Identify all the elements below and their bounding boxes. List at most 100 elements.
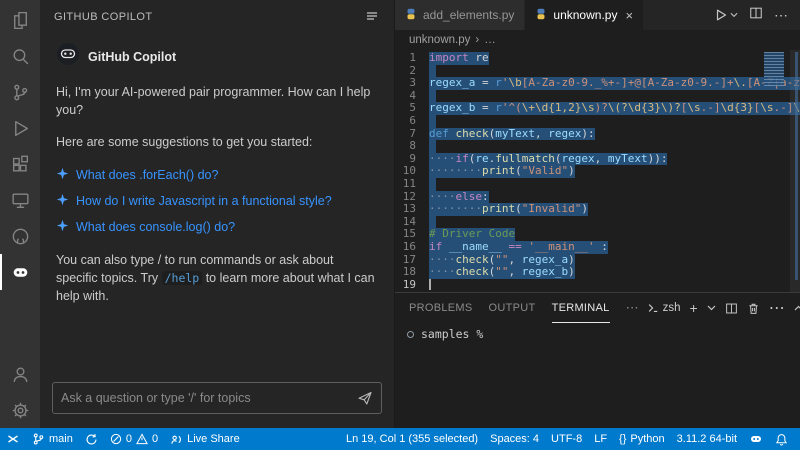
terminal-icon [647,302,659,314]
line-number: 11 [395,178,429,191]
language-mode[interactable]: {} Python [613,428,671,450]
close-tab-icon[interactable]: × [625,8,633,23]
suggestion-link-1[interactable]: What does .forEach() do? [56,166,378,185]
encoding[interactable]: UTF-8 [545,428,588,450]
python-interpreter[interactable]: 3.11.2 64-bit [671,428,743,450]
assistant-name: GitHub Copilot [88,48,176,66]
code-line[interactable]: 7def check(myText, regex): [395,128,800,141]
terminal-body[interactable]: samples % [395,323,800,428]
breadcrumb[interactable]: unknown.py › … [395,30,800,50]
cursor-position[interactable]: Ln 19, Col 1 (355 selected) [340,428,484,450]
code-text [429,279,431,292]
warning-count: 0 [152,433,158,445]
split-editor-icon[interactable] [749,6,763,25]
activity-item-remote-explorer[interactable] [0,182,40,218]
send-icon[interactable] [357,390,373,406]
code-text: import re [429,52,489,65]
bottom-panel: PROBLEMS OUTPUT TERMINAL ⋯ zsh + ⋯ [395,292,800,428]
braces-icon: {} [619,433,626,445]
code-text: regex_b = r'^(\+\d{1,2}\s)?\(?\d{3}\)?[\… [429,102,800,115]
suggestion-link-2[interactable]: How do I write Javascript in a functiona… [56,192,378,211]
new-terminal-icon[interactable]: + [690,301,698,315]
remote-icon [6,432,20,446]
copilot-avatar [56,42,80,71]
maximize-panel-icon[interactable] [794,305,800,311]
sparkle-icon [56,218,69,237]
shell-selector[interactable]: zsh [647,302,681,314]
code-text: regex_a = r'\b[A-Za-z0-9._%+-]+@[A-Za-z0… [429,77,800,90]
split-terminal-icon[interactable] [725,302,738,315]
tab-unknown[interactable]: unknown.py × [525,0,644,30]
chat-menu-icon[interactable] [364,8,380,27]
editor-group: add_elements.py unknown.py × ⋯ un [395,0,800,428]
code-line[interactable]: 3regex_a = r'\b[A-Za-z0-9._%+-]+@[A-Za-z… [395,77,800,90]
help-command-chip[interactable]: /help [162,271,203,285]
code-line[interactable]: 18····check("", regex_b) [395,266,800,279]
editor-scrollbar[interactable] [790,50,800,292]
chat-input[interactable] [61,391,357,405]
tab-terminal[interactable]: TERMINAL [552,293,610,323]
line-number: 18 [395,266,429,279]
indentation[interactable]: Spaces: 4 [484,428,545,450]
activity-item-source-control[interactable] [0,74,40,110]
error-count: 0 [126,433,132,445]
code-line[interactable]: 13········print("Invalid") [395,203,800,216]
status-right: Ln 19, Col 1 (355 selected) Spaces: 4 UT… [340,428,794,450]
chat-input-box [52,382,382,414]
copilot-status[interactable] [743,428,769,450]
code-editor[interactable]: 1import re2 3regex_a = r'\b[A-Za-z0-9._%… [395,50,800,292]
panel-more-actions-icon[interactable]: ⋯ [769,298,785,318]
tab-output[interactable]: OUTPUT [489,293,536,323]
tab-label: unknown.py [553,8,617,22]
panel-tab-bar: PROBLEMS OUTPUT TERMINAL ⋯ zsh + ⋯ [395,293,800,323]
activity-item-run-debug[interactable] [0,110,40,146]
status-bar: main 0 0 Live Share Ln 19, Col 1 (355 se… [0,428,800,450]
code-line[interactable]: 10········print("Valid") [395,165,800,178]
panel-overflow-icon[interactable]: ⋯ [626,300,639,316]
python-file-icon [535,8,547,23]
source-control-icon [10,82,31,103]
activity-bar [0,0,40,428]
sync-button[interactable] [79,428,104,450]
breadcrumb-file[interactable]: unknown.py [409,34,470,46]
notifications-button[interactable] [769,428,794,450]
minimap[interactable] [764,52,788,114]
line-number: 13 [395,203,429,216]
activity-item-explorer[interactable] [0,2,40,38]
tab-problems[interactable]: PROBLEMS [409,293,473,323]
eol-sequence[interactable]: LF [588,428,613,450]
gear-icon [10,400,31,421]
chat-input-area [40,372,394,428]
tab-label: add_elements.py [423,8,514,22]
code-text: ········print("Valid") [429,165,575,178]
explorer-icon [10,10,31,31]
branch-name: main [49,433,73,445]
activity-item-search[interactable] [0,38,40,74]
remote-indicator[interactable] [0,428,26,450]
copilot-chat-panel: GITHUB COPILOT GitHub Copilot Hi, I'm yo… [40,0,395,428]
terminal-actions: zsh + ⋯ × [647,298,800,318]
activity-item-copilot-chat[interactable] [0,254,40,290]
chevron-down-icon[interactable] [707,305,716,311]
copilot-status-icon [749,432,763,446]
problems-indicator[interactable]: 0 0 [104,428,164,450]
code-line[interactable]: 1import re [395,52,800,65]
activity-item-extensions[interactable] [0,146,40,182]
run-button[interactable] [714,8,738,22]
run-debug-icon [10,118,31,139]
help-paragraph: You can also type / to run commands or a… [56,251,378,305]
kill-terminal-icon[interactable] [747,302,760,315]
activity-item-settings[interactable] [0,392,40,428]
live-share-button[interactable]: Live Share [164,428,246,450]
sparkle-icon [56,192,69,211]
code-line[interactable]: 19 [395,279,800,292]
more-actions-icon[interactable]: ⋯ [774,7,788,24]
activity-item-github[interactable] [0,218,40,254]
activity-item-account[interactable] [0,356,40,392]
breadcrumb-more[interactable]: … [484,34,496,46]
code-text: ········print("Invalid") [429,203,588,216]
code-line[interactable]: 5regex_b = r'^(\+\d{1,2}\s)?\(?\d{3}\)?[… [395,102,800,115]
tab-add-elements[interactable]: add_elements.py [395,0,525,30]
branch-indicator[interactable]: main [26,428,79,450]
suggestion-link-3[interactable]: What does console.log() do? [56,218,378,237]
